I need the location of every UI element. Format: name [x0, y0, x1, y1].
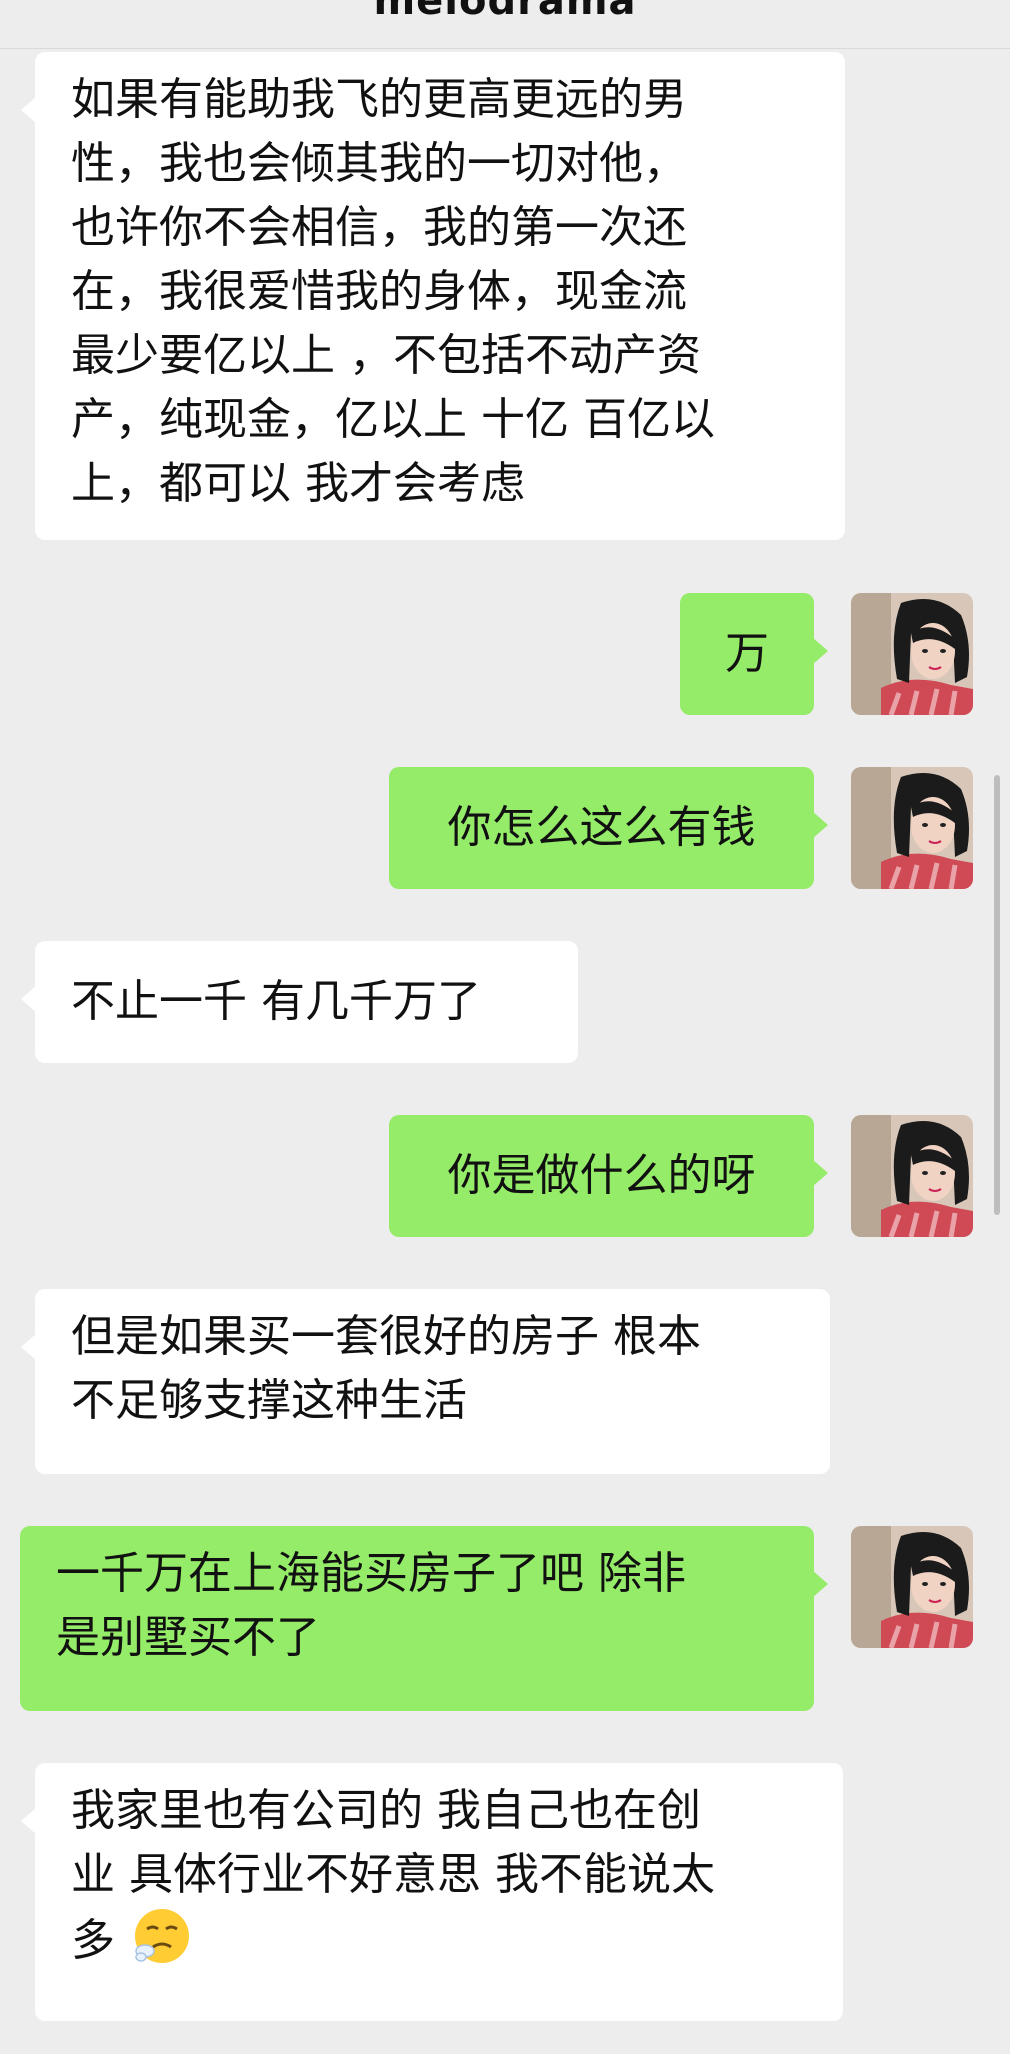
message-line: 不足够支撑这种生活: [71, 1375, 467, 1426]
avatar-portrait-icon: [851, 767, 973, 889]
message-line: 但是如果买一套很好的房子 根本: [71, 1311, 701, 1362]
message-bubble-incoming[interactable]: 但是如果买一套很好的房子 根本 不足够支撑这种生活: [21, 1289, 830, 1474]
message-line: 一千万在上海能买房子了吧 除非: [56, 1548, 686, 1599]
message-line: 我家里也有公司的 我自己也在创: [71, 1785, 701, 1836]
avatar-portrait-icon: [851, 1115, 973, 1237]
message-text: 万: [725, 628, 769, 679]
sweat-sigh-emoji-icon: [135, 1909, 189, 1963]
message-text: 你是做什么的呀: [447, 1150, 756, 1201]
message-bubble-outgoing[interactable]: 你是做什么的呀: [389, 1115, 828, 1237]
message-line: 产，纯现金，亿以上 十亿 百亿以: [71, 394, 715, 445]
message-line: 性，我也会倾其我的一切对他，: [71, 138, 687, 189]
message-line: 最少要亿以上 ，不包括不动产资: [71, 330, 701, 381]
message-text: 你怎么这么有钱: [447, 802, 756, 853]
user-avatar[interactable]: [851, 1115, 973, 1237]
message-line: 也许你不会相信，我的第一次还: [71, 202, 687, 253]
chat-title: melodrama: [373, 0, 637, 24]
message-bubble-incoming[interactable]: 不止一千 有几千万了: [21, 941, 578, 1063]
message-bubble-outgoing[interactable]: 万: [680, 593, 828, 715]
message-line: 如果有能助我飞的更高更远的男: [71, 74, 687, 125]
message-bubble-outgoing[interactable]: 一千万在上海能买房子了吧 除非 是别墅买不了: [20, 1526, 828, 1711]
message-line: 是别墅买不了: [56, 1612, 320, 1663]
message-text: 不止一千 有几千万了: [71, 976, 481, 1027]
message-line: 多: [71, 1915, 115, 1966]
message-line: 上，都可以 我才会考虑: [71, 458, 525, 509]
message-bubble-incoming[interactable]: 如果有能助我飞的更高更远的男 性，我也会倾其我的一切对他， 也许你不会相信，我的…: [21, 52, 845, 540]
chat-header: melodrama: [0, 0, 1010, 49]
message-bubble-incoming[interactable]: 我家里也有公司的 我自己也在创 业 具体行业不好意思 我不能说太 多: [21, 1763, 843, 2021]
user-avatar[interactable]: [851, 767, 973, 889]
scrollbar[interactable]: [994, 775, 1000, 1215]
avatar-portrait-icon: [851, 593, 973, 715]
message-line: 业 具体行业不好意思 我不能说太: [71, 1849, 715, 1900]
chat-screen: melodrama 如果有能助我飞的更高更远的男 性，我也会倾其我的一切对他， …: [0, 0, 1010, 2054]
user-avatar[interactable]: [851, 1526, 973, 1648]
user-avatar[interactable]: [851, 593, 973, 715]
message-line: 在，我很爱惜我的身体，现金流: [71, 266, 687, 317]
avatar-portrait-icon: [851, 1526, 973, 1648]
message-bubble-outgoing[interactable]: 你怎么这么有钱: [389, 767, 828, 889]
